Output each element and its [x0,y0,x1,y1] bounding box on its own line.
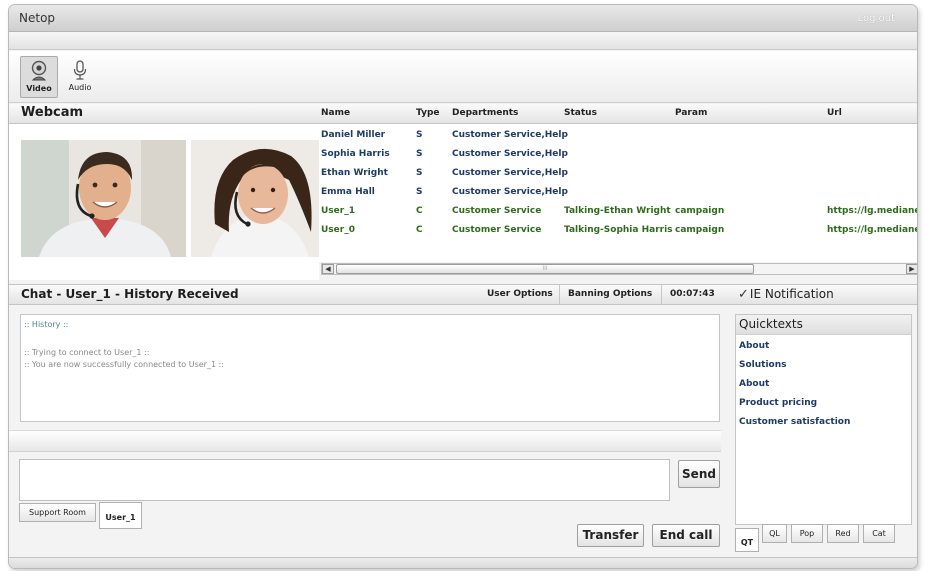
cell-type: S [416,130,423,140]
video-button[interactable]: Video [20,56,58,98]
tab-pop[interactable]: Pop [791,524,823,543]
cell-departments: Customer Service,Help [452,149,568,159]
user-options-button[interactable]: User Options [479,285,561,304]
col-status[interactable]: Status [564,108,597,118]
webcam-icon [31,60,47,81]
quicktext-item[interactable]: Customer satisfaction [736,413,911,432]
table-row[interactable]: Daniel Miller S Customer Service,Help [319,126,917,145]
table-row[interactable]: Sophia Harris S Customer Service,Help [319,145,917,164]
cell-name: Sophia Harris [321,149,390,159]
webcam-feed-agent [21,140,186,257]
checkmark-icon[interactable]: ✓ [738,287,749,302]
chat-tab-user-1[interactable]: User_1 [99,502,142,529]
tab-red[interactable]: Red [827,524,859,543]
webcam-header: Webcam [9,104,319,124]
quicktext-item[interactable]: Product pricing [736,394,911,413]
audio-button[interactable]: Audio [61,56,99,98]
chat-divider-bar [9,430,721,452]
chat-title: Chat - User_1 - History Received [21,287,239,301]
chat-timer: 00:07:43 [661,285,723,304]
cell-type: C [416,206,423,216]
tab-ql[interactable]: QL [762,524,787,543]
sub-bar [9,32,917,50]
transfer-button[interactable]: Transfer [577,524,644,547]
media-toolbar: Video Audio [9,51,917,103]
cell-name: User_1 [321,206,355,216]
scrollbar-thumb[interactable]: III [336,264,754,274]
visitor-table: Daniel Miller S Customer Service,Help Sophi… [319,124,917,262]
quicktexts-panel: Quicktexts About Solutions About Product… [735,314,912,525]
cell-type: S [416,187,423,197]
banning-options-button[interactable]: Banning Options [559,285,660,304]
table-row[interactable]: Emma Hall S Customer Service,Help [319,183,917,202]
chat-history: :: History :: :: Trying to connect to Us… [20,314,720,422]
microphone-icon [73,60,87,80]
quicktext-item[interactable]: About [736,337,911,356]
cell-type: S [416,168,423,178]
table-row[interactable]: User_0 C Customer Service Talking-Sophia Ha… [319,221,917,240]
arrow-left-icon[interactable]: ◀ [322,264,334,274]
table-row[interactable]: User_1 C Customer Service Talking-Ethan Wri… [319,202,917,221]
history-line: :: History :: [24,320,69,329]
webcam-panel [9,124,319,280]
col-url[interactable]: Url [827,108,842,118]
quicktext-item[interactable]: Solutions [736,356,911,375]
cell-name: Daniel Miller [321,130,386,140]
cell-departments: Customer Service,Help [452,130,568,140]
cell-departments: Customer Service [452,206,542,216]
tab-qt[interactable]: QT [735,528,759,552]
col-name[interactable]: Name [321,108,350,118]
send-button[interactable]: Send [678,460,720,488]
cell-departments: Customer Service [452,225,542,235]
arrow-right-icon[interactable]: ▶ [906,264,917,274]
app-window: Netop Log out Video Audio Webcam Name Ty… [8,4,918,569]
title-bar: Netop Log out [9,5,917,32]
history-line: :: You are now successfully connected to… [24,360,224,369]
netop-logo: Netop [19,11,56,25]
cell-departments: Customer Service,Help [452,187,568,197]
col-departments[interactable]: Departments [452,108,518,118]
cell-url: https://lg.medianet. [827,225,917,235]
cell-departments: Customer Service,Help [452,168,568,178]
tab-cat[interactable]: Cat [863,524,895,543]
cell-name: User_0 [321,225,355,235]
quicktext-item[interactable]: About [736,375,911,394]
video-label: Video [26,84,52,93]
visitor-table-header: Name Type Departments Status Param Url [319,104,917,124]
cell-param: campaign [675,225,725,235]
history-line: :: Trying to connect to User_1 :: [24,348,150,357]
cell-url: https://lg.medianet. [827,206,917,216]
col-type[interactable]: Type [416,108,439,118]
ie-notification-label: IE Notification [749,287,834,301]
ie-notification-toggle[interactable]: ✓IE Notification [734,284,917,305]
cell-status: Talking-Sophia Harris [564,225,673,235]
webcam-feed-customer [191,140,319,257]
cell-type: S [416,149,423,159]
chat-input[interactable] [19,459,670,501]
chat-tab-support-room[interactable]: Support Room [19,503,96,522]
audio-label: Audio [68,83,92,92]
cell-name: Emma Hall [321,187,375,197]
quicktexts-list: About Solutions About Product pricing Cu… [736,335,911,432]
chat-header: Chat - User_1 - History Received User Op… [9,284,734,305]
table-horizontal-scrollbar[interactable]: ◀ III ▶ [321,263,917,275]
cell-status: Talking-Ethan Wright [564,206,671,216]
quicktexts-title: Quicktexts [736,315,911,335]
table-row[interactable]: Ethan Wright S Customer Service,Help [319,164,917,183]
status-bar [9,557,917,568]
col-param[interactable]: Param [675,108,707,118]
end-call-button[interactable]: End call [652,524,720,547]
cell-param: campaign [675,206,725,216]
logout-link[interactable]: Log out [858,13,895,24]
cell-type: C [416,225,423,235]
cell-name: Ethan Wright [321,168,388,178]
